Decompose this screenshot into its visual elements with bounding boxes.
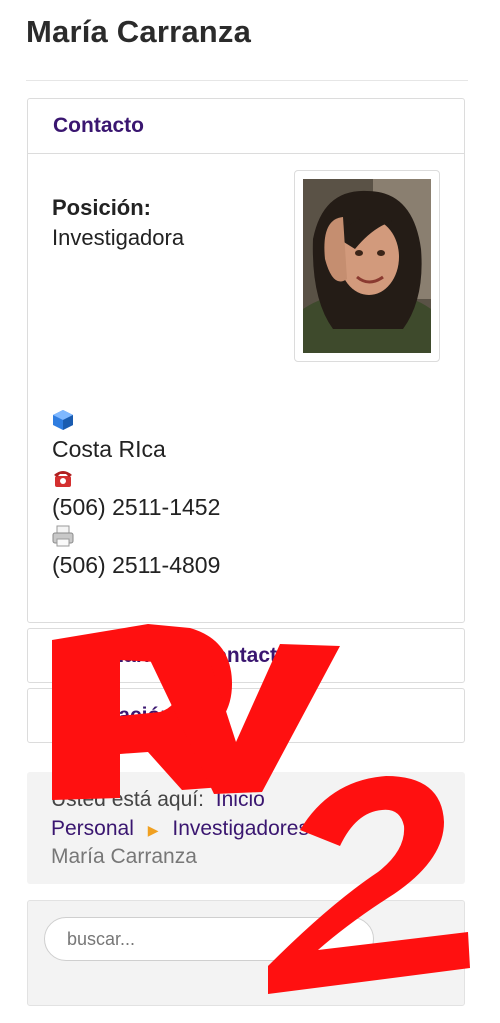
breadcrumb-current: María Carranza xyxy=(51,845,197,868)
info-panel-heading[interactable]: Información xyxy=(28,689,464,742)
breadcrumb-prefix: Usted está aquí: xyxy=(51,788,204,811)
country-text: Costa RIca xyxy=(52,436,166,462)
search-input[interactable] xyxy=(44,917,374,961)
address-icon xyxy=(53,410,73,430)
breadcrumb-link-personal[interactable]: Personal xyxy=(51,817,134,840)
contact-panel-heading[interactable]: Contacto xyxy=(28,99,464,154)
position-value: Investigadora xyxy=(52,225,185,250)
breadcrumb: Usted está aquí: Inicio Personal ▶ Inves… xyxy=(27,772,465,884)
fax-text: (506) 2511-4809 xyxy=(52,552,221,578)
contact-form-panel-heading[interactable]: Formulario de Contacto xyxy=(28,629,464,682)
contact-form-panel: Formulario de Contacto xyxy=(27,628,465,683)
phone-text[interactable]: (506) 2511-1452 xyxy=(52,494,220,521)
breadcrumb-separator-icon: ▶ xyxy=(147,822,159,838)
title-divider xyxy=(26,80,468,81)
page-title: María Carranza xyxy=(26,14,252,49)
breadcrumb-link-researchers[interactable]: Investigadores xyxy=(172,817,309,840)
phone-icon xyxy=(54,471,72,487)
info-panel: Información xyxy=(27,688,465,743)
contact-panel: Contacto Posición: Investigadora Costa R… xyxy=(27,98,465,623)
profile-photo-frame xyxy=(294,170,440,362)
breadcrumb-separator-icon: ▶ xyxy=(322,822,334,838)
search-module xyxy=(27,900,465,1006)
breadcrumb-link-home[interactable]: Inicio xyxy=(216,788,265,811)
fax-icon xyxy=(52,525,74,547)
profile-photo xyxy=(303,179,431,353)
position-label: Posición: xyxy=(52,195,152,220)
